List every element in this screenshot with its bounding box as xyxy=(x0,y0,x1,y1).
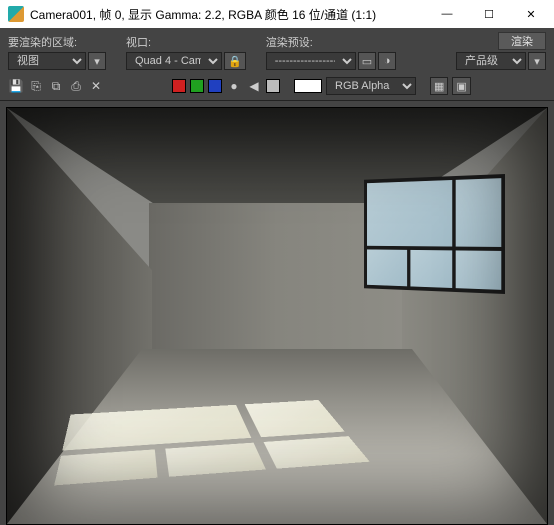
output-options-button[interactable]: ▾ xyxy=(528,52,546,70)
minimize-button[interactable]: — xyxy=(426,0,468,28)
window-pane xyxy=(410,250,452,288)
preset-select[interactable]: ------------------------ xyxy=(266,52,356,70)
render-viewport[interactable] xyxy=(6,107,548,525)
red-channel-swatch[interactable] xyxy=(172,79,186,93)
channel-select[interactable]: RGB Alpha xyxy=(326,77,416,95)
clear-icon[interactable]: ✕ xyxy=(88,78,104,94)
mono-toggle-icon[interactable]: ◀ xyxy=(246,78,262,94)
window-title: Camera001, 帧 0, 显示 Gamma: 2.2, RGBA 颜色 1… xyxy=(30,6,426,23)
copy-icon[interactable]: ⎘ xyxy=(28,78,44,94)
area-select[interactable]: 视图 xyxy=(8,52,86,70)
preset-icon-2[interactable]: ◑ xyxy=(378,52,396,70)
preset-group: 渲染预设: ------------------------ ▭ ◑ xyxy=(266,34,396,70)
blue-channel-swatch[interactable] xyxy=(208,79,222,93)
lock-icon[interactable]: 🔒 xyxy=(224,52,246,70)
viewport-select[interactable]: Quad 4 - Camera xyxy=(126,52,222,70)
preset-label: 渲染预设: xyxy=(266,34,396,50)
image-toolbar: 💾 ⎘ ⧉ ⎙ ✕ ● ◀ RGB Alpha ▦ ▣ xyxy=(0,74,554,101)
display-mode-1-icon[interactable]: ▦ xyxy=(430,77,448,95)
rendered-image xyxy=(7,108,547,524)
preset-icon-1[interactable]: ▭ xyxy=(358,52,376,70)
viewport-label: 视口: xyxy=(126,34,246,50)
area-options-button[interactable]: ▾ xyxy=(88,52,106,70)
display-mode-2-icon[interactable]: ▣ xyxy=(452,77,470,95)
save-icon[interactable]: 💾 xyxy=(8,78,24,94)
window-pane xyxy=(367,180,452,247)
app-icon xyxy=(8,6,24,22)
grey-swatch[interactable] xyxy=(266,79,280,93)
alpha-toggle-icon[interactable]: ● xyxy=(226,78,242,94)
window-titlebar: Camera001, 帧 0, 显示 Gamma: 2.2, RGBA 颜色 1… xyxy=(0,0,554,28)
render-button[interactable]: 渲染 xyxy=(498,32,546,50)
render-toolbar: 要渲染的区域: 视图 ▾ 视口: Quad 4 - Camera 🔒 渲染预设:… xyxy=(0,28,554,74)
print-icon[interactable]: ⎙ xyxy=(68,78,84,94)
color-picker-swatch[interactable] xyxy=(294,79,322,93)
viewport-group: 视口: Quad 4 - Camera 🔒 xyxy=(126,34,246,70)
clone-icon[interactable]: ⧉ xyxy=(48,78,64,94)
output-select[interactable]: 产品级 xyxy=(456,52,526,70)
window-pane xyxy=(456,251,501,290)
area-group: 要渲染的区域: 视图 ▾ xyxy=(8,34,106,70)
window-pane xyxy=(456,178,501,247)
green-channel-swatch[interactable] xyxy=(190,79,204,93)
close-button[interactable]: ✕ xyxy=(510,0,552,28)
window-frame xyxy=(364,174,505,294)
maximize-button[interactable]: ☐ xyxy=(468,0,510,28)
area-label: 要渲染的区域: xyxy=(8,34,106,50)
render-group: 渲染 产品级 ▾ xyxy=(456,32,546,70)
window-pane xyxy=(367,250,407,286)
